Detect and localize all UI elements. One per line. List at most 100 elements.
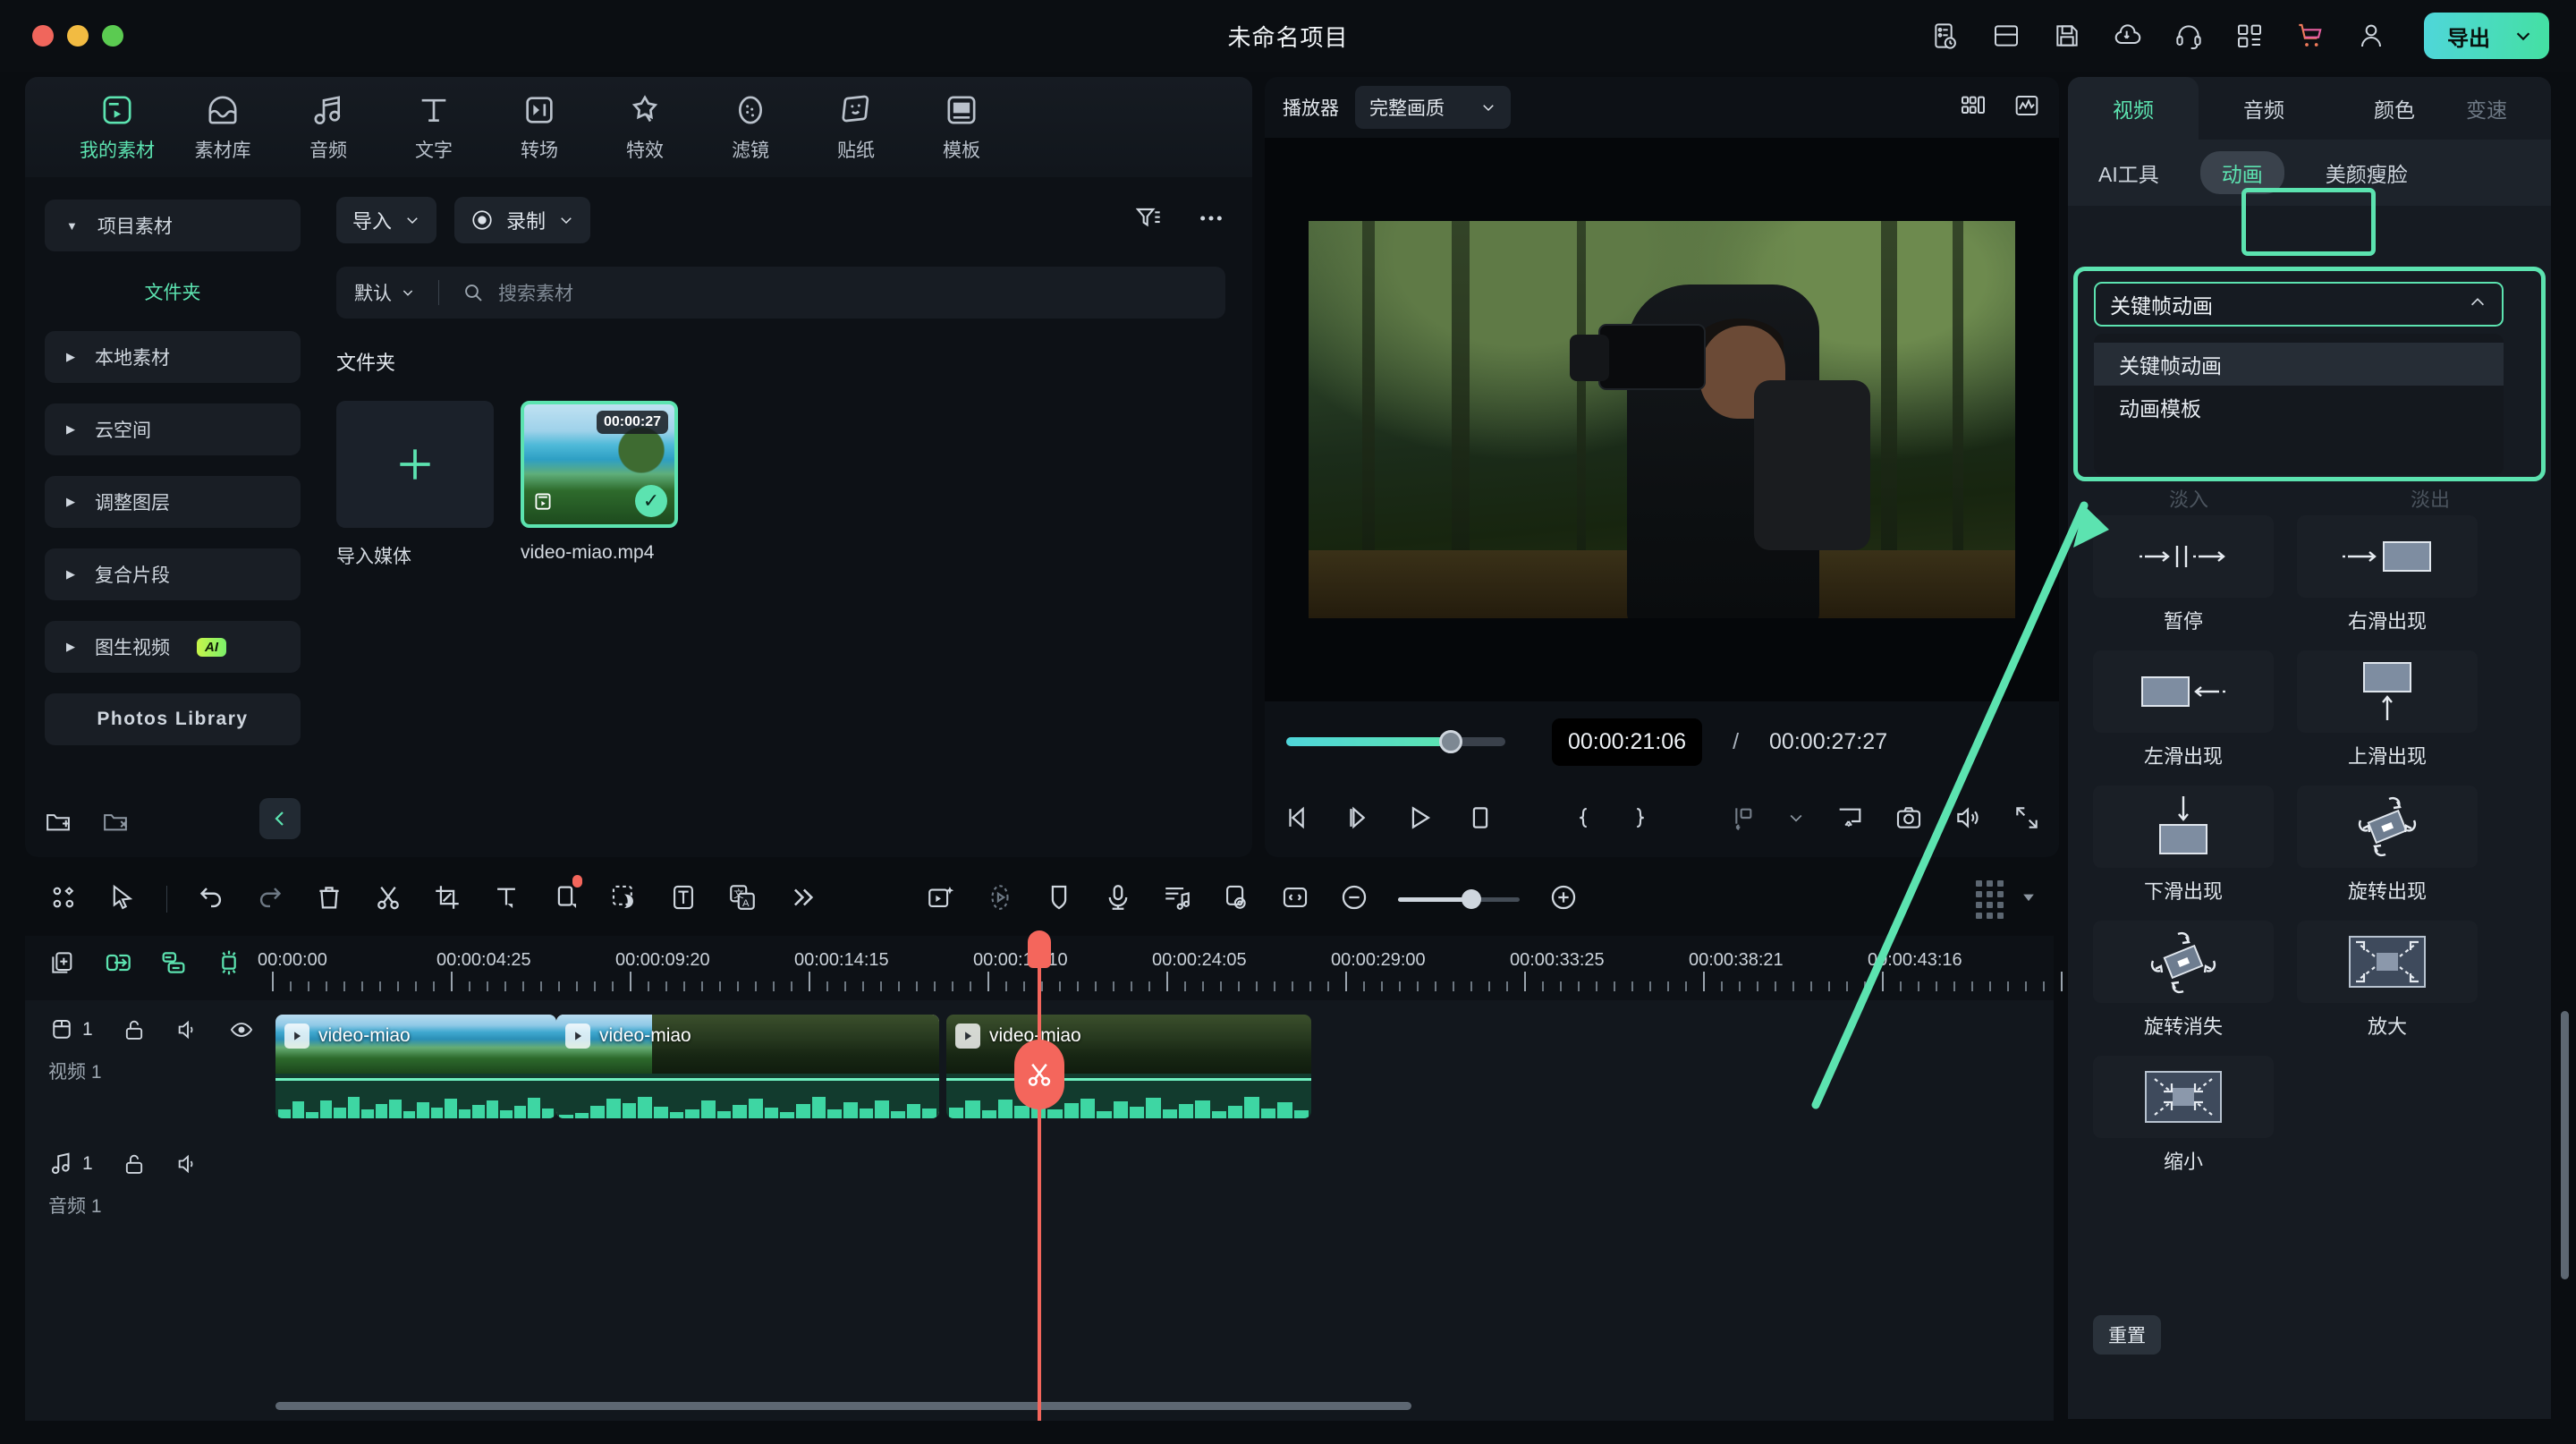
unlock-icon[interactable] [122,1017,147,1042]
speaker-icon[interactable] [175,1151,200,1176]
quality-dropdown[interactable]: 完整画质 [1355,86,1511,129]
screen-cast-icon[interactable] [1835,803,1864,837]
sidebar-item-compound-clip[interactable]: ▶ 复合片段 [45,548,301,600]
animation-type-select[interactable]: 关键帧动画 [2094,282,2504,327]
record-button[interactable]: 录制 [454,197,591,243]
record-circle-icon[interactable] [985,882,1015,917]
nav-tab-my-media[interactable]: 我的素材 [64,92,170,163]
sidebar-item-adjustment-layer[interactable]: ▶ 调整图层 [45,476,301,528]
playhead-handle[interactable] [1028,930,1051,968]
mark-in-icon[interactable] [1570,803,1597,837]
zoom-slider-handle[interactable] [1461,889,1481,909]
timeline-clip[interactable]: video-miao [946,1015,1311,1118]
sidebar-item-cloud[interactable]: ▶ 云空间 [45,403,301,455]
import-media-tile[interactable]: 导入媒体 [336,401,494,569]
chevron-down-icon[interactable] [1787,809,1805,831]
fit-to-width-icon[interactable] [1280,882,1310,917]
menu-item-animation-template[interactable]: 动画模板 [2094,386,2504,429]
subtab-ai-tools[interactable]: AI工具 [2098,157,2159,188]
timeline-zoom-slider[interactable] [1398,889,1520,909]
snapshot-icon[interactable] [1894,803,1923,837]
seek-handle[interactable] [1438,730,1462,753]
microphone-icon[interactable] [1103,882,1133,917]
zoom-in-plus-icon[interactable] [1548,882,1579,917]
user-account-icon[interactable] [2354,19,2388,53]
sidebar-item-folder[interactable]: 文件夹 [45,272,301,311]
rotate-out-icon[interactable] [2093,921,2274,1003]
nav-tab-stock-library[interactable]: 素材库 [170,92,275,163]
collapse-panel-icon[interactable] [259,798,301,839]
nav-tab-transition[interactable]: 转场 [487,92,592,163]
slide-in-left-icon[interactable] [2093,650,2274,733]
current-timecode[interactable]: 00:00:21:06 [1552,718,1703,766]
timeline-horizontal-scrollbar[interactable] [275,1402,1411,1410]
video-stage[interactable] [1265,138,2059,701]
animation-item-pause[interactable]: 暂停 [2093,515,2274,634]
headset-support-icon[interactable] [2172,19,2206,53]
delete-folder-icon[interactable] [102,808,129,839]
sidebar-item-project-media[interactable]: ▼ 项目素材 [45,200,301,251]
link-clips-icon[interactable] [104,948,132,981]
zoom-out-icon[interactable] [2093,1056,2274,1138]
tab-color[interactable]: 颜色 [2329,77,2460,140]
animation-item-rotate-in[interactable]: 旋转出现 [2297,786,2478,905]
keyframe-icon[interactable] [1221,882,1251,917]
auto-caption-icon[interactable] [668,882,699,917]
more-options-icon[interactable] [1197,204,1225,237]
zoom-out-minus-icon[interactable] [1339,882,1369,917]
filter-sort-icon[interactable] [1134,204,1163,237]
animation-item-zoom-in[interactable]: 放大 [2297,921,2478,1040]
nav-tab-effects[interactable]: 特效 [592,92,698,163]
seek-slider[interactable] [1286,730,1505,753]
unlock-icon[interactable] [122,1151,147,1176]
tab-audio[interactable]: 音频 [2199,77,2329,140]
next-frame-icon[interactable] [1343,803,1374,837]
import-button[interactable]: 导入 [336,197,437,243]
more-chevrons-icon[interactable] [786,882,817,917]
play-icon[interactable] [1404,803,1435,837]
sidebar-item-image-to-video[interactable]: ▶ 图生视频 AI [45,621,301,673]
task-list-clock-icon[interactable] [1928,19,1962,53]
nav-tab-template[interactable]: 模板 [909,92,1014,163]
volume-icon[interactable] [1953,803,1982,837]
ruler-scale[interactable]: 00:00:00 00:00:04:25 00:00:09:20 00:00:1… [258,936,2063,1000]
sidebar-item-local-media[interactable]: ▶ 本地素材 [45,331,301,383]
asset-thumbnail[interactable]: 00:00:27 ✓ [521,401,678,528]
layout-icon[interactable] [1989,19,2023,53]
apps-grid-icon[interactable] [2233,19,2267,53]
shopping-cart-icon[interactable] [2293,19,2327,53]
pause-between-arrows-icon[interactable] [2093,515,2274,598]
select-tool-icon[interactable] [107,882,138,917]
subtab-beauty[interactable]: 美颜瘦脸 [2326,157,2408,188]
asset-tile[interactable]: 00:00:27 ✓ video-miao.mp4 [521,401,678,569]
fullscreen-icon[interactable] [2012,803,2041,837]
panel-resize-grip[interactable] [1976,879,2004,919]
text-tool-icon[interactable] [491,882,521,917]
reset-button[interactable]: 重置 [2093,1315,2161,1355]
animation-item-zoom-out[interactable]: 缩小 [2093,1056,2274,1175]
nav-tab-filter[interactable]: 滤镜 [698,92,803,163]
prev-frame-icon[interactable] [1283,803,1313,837]
animation-item-slide-in-left[interactable]: 左滑出现 [2093,650,2274,769]
cloud-upload-icon[interactable] [2111,19,2145,53]
slide-in-up-icon[interactable] [2297,650,2478,733]
timeline-playhead[interactable] [1014,930,1064,1421]
clip-tool-icon[interactable] [550,874,582,917]
eye-icon[interactable] [229,1017,254,1042]
split-at-playhead-button[interactable] [1014,1040,1064,1109]
export-button[interactable]: 导出 [2424,13,2549,59]
animation-item-rotate-out[interactable]: 旋转消失 [2093,921,2274,1040]
ai-video-icon[interactable] [926,882,956,917]
nav-tab-text[interactable]: 文字 [381,92,487,163]
timeline-clip-selected[interactable]: video-miao [556,1015,939,1118]
shield-icon[interactable] [1044,882,1074,917]
grid-view-icon[interactable] [1959,91,1987,124]
marker-tool-icon[interactable] [48,882,79,917]
mask-icon[interactable] [609,882,640,917]
tab-video[interactable]: 视频 [2068,77,2199,140]
snap-magnet-icon[interactable] [215,948,243,981]
delete-icon[interactable] [314,882,344,917]
slide-in-right-icon[interactable] [2297,515,2478,598]
speaker-icon[interactable] [175,1017,200,1042]
nav-tab-audio[interactable]: 音频 [275,92,381,163]
